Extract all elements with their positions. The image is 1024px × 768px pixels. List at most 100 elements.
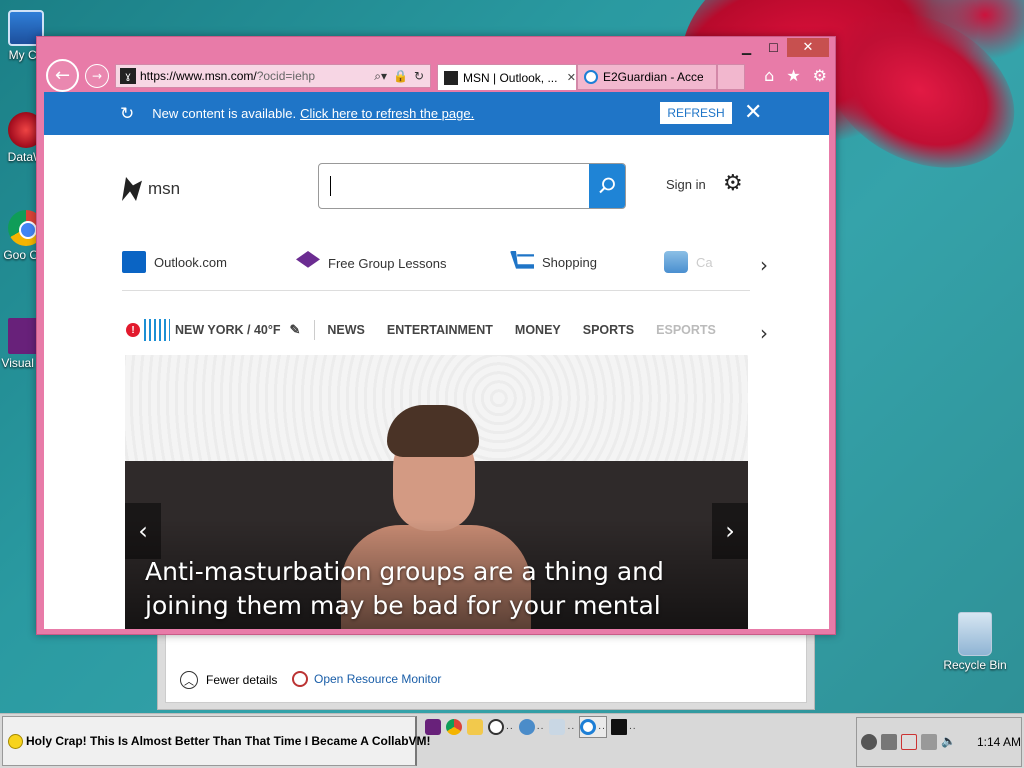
weather-alert-icon[interactable]: ! [126, 323, 140, 337]
search-dropdown-icon[interactable]: ⌕▾ [374, 69, 387, 84]
taskbar-network[interactable]: .. [518, 716, 546, 738]
hero-person-hair [387, 405, 479, 457]
quicklink-free-group-lessons[interactable]: Free Group Lessons [296, 251, 447, 275]
forward-button[interactable]: → [85, 64, 109, 88]
home-icon[interactable]: ⌂ [764, 66, 774, 85]
minimize-button[interactable]: ▁ [733, 38, 760, 57]
taskbar-task-manager[interactable]: .. [487, 716, 515, 738]
weather-location[interactable]: NEW YORK / 40°F [175, 323, 280, 337]
security-alert-icon[interactable] [901, 734, 917, 750]
task-manager-window: ︿ Fewer details Open Resource Monitor [157, 630, 815, 710]
ellipsis-icon: .. [598, 722, 606, 732]
nav-entertainment[interactable]: ENTERTAINMENT [387, 323, 493, 337]
shopping-cart-icon [510, 251, 534, 269]
favorites-star-icon[interactable]: ★ [786, 66, 800, 85]
internet-explorer-icon [580, 719, 597, 735]
msn-logo[interactable]: msn [122, 177, 180, 201]
carousel-prev-button[interactable]: ‹ [125, 503, 161, 559]
quicklink-label: Free Group Lessons [328, 255, 447, 271]
visual-studio-icon [425, 719, 441, 735]
site-favicon-icon: ɣ [120, 68, 136, 84]
task-manager-panel: ︿ Fewer details Open Resource Monitor [165, 631, 807, 703]
graduation-cap-icon [296, 251, 320, 268]
start-button[interactable]: Holy Crap! This Is Almost Better Than Th… [2, 716, 431, 766]
open-resource-monitor-link[interactable]: Open Resource Monitor [292, 671, 441, 687]
refresh-page-link[interactable]: Click here to refresh the page. [300, 106, 474, 121]
taskbar-chrome[interactable] [445, 716, 463, 738]
text-caret [330, 176, 331, 196]
quicklink-shopping[interactable]: Shopping [510, 251, 597, 273]
volume-icon[interactable]: 🔈 [941, 734, 957, 750]
nav-money[interactable]: MONEY [515, 323, 561, 337]
desktop-icon-label: Recycle Bin [943, 658, 1007, 672]
address-url: https://www.msn.com/?ocid=iehp [140, 69, 315, 83]
sign-in-link[interactable]: Sign in [666, 177, 706, 192]
hero-headline[interactable]: Anti-masturbation groups are a thing and… [145, 555, 705, 623]
new-tab-button[interactable] [717, 64, 745, 90]
category-nav: ! NEW YORK / 40°F ✎ NEWS ENTERTAINMENT M… [126, 319, 738, 341]
settings-gear-icon[interactable]: ⚙ [813, 66, 827, 85]
taskbar-internet-explorer[interactable]: .. [579, 716, 607, 738]
chevron-up-icon: ︿ [180, 671, 198, 689]
taskbar-command-prompt[interactable]: .. [610, 716, 638, 738]
search-icon [599, 177, 615, 194]
quicklinks-next-icon[interactable]: › [760, 253, 768, 277]
monitor-icon [549, 719, 566, 735]
network-icon[interactable] [921, 734, 937, 750]
address-url-host: https://www.msn.com/ [140, 69, 257, 83]
search-input[interactable] [319, 164, 589, 208]
back-button[interactable]: ← [46, 59, 79, 92]
clock[interactable]: 1:14 AM [977, 735, 1021, 749]
close-button[interactable]: ✕ [787, 38, 829, 57]
nav-next-icon[interactable]: › [760, 321, 768, 345]
msn-favicon-icon [444, 70, 458, 85]
nav-sports[interactable]: SPORTS [583, 323, 634, 337]
divider [122, 290, 750, 291]
gear-icon[interactable]: ⚙ [723, 171, 743, 196]
msn-page: msn Sign in ⚙ Outlook.com Free Group Les… [44, 135, 829, 629]
status-icon[interactable] [861, 734, 877, 750]
lock-icon[interactable]: 🔒 [393, 69, 408, 84]
tab-close-icon[interactable]: ✕ [567, 71, 576, 84]
msn-butterfly-icon [122, 177, 142, 201]
smiley-icon [8, 733, 23, 749]
taskbar-perf-monitor[interactable]: .. [548, 716, 576, 738]
taskbar: Holy Crap! This Is Almost Better Than Th… [0, 713, 1024, 768]
ie-favicon-icon [584, 70, 598, 84]
taskbar-programs: .. .. .. .. .. [424, 716, 638, 738]
window-controls: ▁ ☐ ✕ [733, 38, 829, 57]
chevron-right-icon: › [725, 517, 735, 545]
dismiss-notification-icon[interactable]: ✕ [744, 99, 762, 125]
outlook-icon [122, 251, 146, 273]
quicklink-cars[interactable]: Ca [664, 251, 713, 273]
chevron-left-icon: ‹ [138, 517, 148, 545]
quicklink-label: Ca [696, 254, 713, 270]
hero-carousel[interactable]: ‹ › Anti-masturbation groups are a thing… [125, 355, 748, 629]
nav-separator [314, 320, 316, 340]
notification-text: New content is available. [152, 106, 297, 121]
globe-icon [518, 719, 535, 735]
taskbar-visual-studio[interactable] [424, 716, 442, 738]
command-prompt-icon [610, 719, 627, 735]
system-tray: 🔈 1:14 AM [856, 717, 1022, 767]
open-resource-monitor-label: Open Resource Monitor [314, 672, 442, 686]
nav-esports[interactable]: ESPORTS [656, 323, 716, 337]
stop-icon[interactable] [881, 734, 897, 750]
refresh-button[interactable]: REFRESH [660, 102, 732, 124]
nav-news[interactable]: NEWS [327, 323, 365, 337]
car-icon [664, 251, 688, 273]
quicklink-outlook[interactable]: Outlook.com [122, 251, 227, 273]
desktop-icon-recycle-bin[interactable]: Recycle Bin [942, 612, 1008, 672]
maximize-button[interactable]: ☐ [760, 38, 787, 57]
refresh-icon[interactable]: ↻ [414, 69, 424, 84]
tab-e2guardian[interactable]: E2Guardian - Acces... [577, 64, 717, 90]
fewer-details-button[interactable]: ︿ Fewer details [180, 671, 277, 689]
arrow-left-icon: ← [54, 65, 71, 86]
carousel-next-button[interactable]: › [712, 503, 748, 559]
taskbar-explorer[interactable] [466, 716, 484, 738]
edit-pencil-icon[interactable]: ✎ [289, 322, 300, 338]
start-button-label: Holy Crap! This Is Almost Better Than Th… [26, 734, 431, 748]
tab-msn[interactable]: MSN | Outlook, ... ✕ [437, 64, 577, 90]
search-button[interactable] [589, 164, 625, 208]
address-bar[interactable]: ɣ https://www.msn.com/?ocid=iehp ⌕▾ 🔒 ↻ [115, 64, 431, 88]
